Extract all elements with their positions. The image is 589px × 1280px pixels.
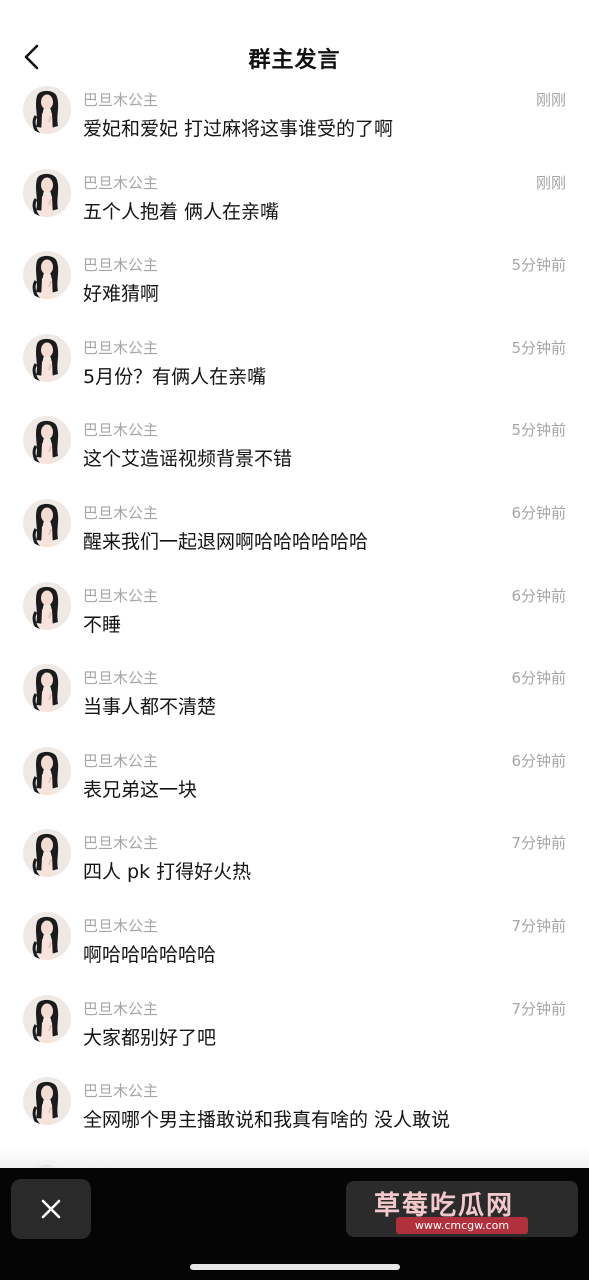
message-text: 全网哪个男主播敢说和我真有啥的 没人敢说 (83, 1109, 451, 1132)
sender-name: 巴旦木公主 (83, 751, 159, 770)
header: 群主发言 (0, 30, 589, 86)
message-item[interactable]: 巴旦木公主 6分钟前 表兄弟这一块 (0, 746, 589, 830)
avatar[interactable] (23, 86, 71, 134)
avatar[interactable] (23, 911, 71, 960)
message-item[interactable]: 巴旦木公主 6分钟前 当事人都不清楚 (0, 664, 589, 747)
message-item[interactable]: 巴旦木公主 7分钟前 大家都别好了吧 (0, 994, 589, 1078)
sender-name: 巴旦木公主 (83, 916, 159, 935)
message-text: 醒来我们一起退网啊哈哈哈哈哈哈 (83, 530, 369, 553)
message-time: 5分钟前 (511, 421, 566, 440)
bottom-overlay-bar: 草莓吃瓜网 www.cmcgw.com (0, 1168, 589, 1280)
avatar[interactable] (23, 251, 71, 300)
sender-name: 巴旦木公主 (83, 1082, 159, 1101)
message-item[interactable]: 巴旦木公主 5分钟前 5月份？有俩人在亲嘴 (0, 333, 589, 417)
message-item[interactable]: 巴旦木公主 7分钟前 四人 pk 打得好火热 (0, 829, 589, 912)
message-text: 当事人都不清楚 (83, 696, 217, 719)
sender-name: 巴旦木公主 (83, 421, 159, 440)
watermark: 草莓吃瓜网 www.cmcgw.com (346, 1181, 578, 1237)
screen: 群主发言 巴旦木公主 刚刚 爱妃和爱妃 打过麻将这事谁受的了啊 巴旦木公主 刚刚… (0, 0, 589, 1280)
avatar[interactable] (23, 581, 71, 630)
avatar[interactable] (23, 1077, 71, 1126)
avatar[interactable] (23, 416, 71, 465)
message-item[interactable]: 巴旦木公主 刚刚 五个人抱着 俩人在亲嘴 (0, 168, 589, 252)
message-time: 刚刚 (535, 91, 566, 109)
message-time: 6分钟前 (511, 586, 566, 605)
message-text: 好难猜啊 (83, 283, 160, 306)
message-text: 五个人抱着 俩人在亲嘴 (83, 200, 280, 223)
message-time: 6分钟前 (511, 669, 566, 688)
close-icon (41, 1199, 61, 1219)
message-text: 四人 pk 打得好火热 (83, 861, 252, 884)
sender-name: 巴旦木公主 (83, 503, 159, 522)
sender-name: 巴旦木公主 (83, 338, 159, 357)
avatar[interactable] (23, 498, 71, 547)
avatar[interactable] (23, 829, 71, 878)
message-item[interactable]: 巴旦木公主 6分钟前 醒来我们一起退网啊哈哈哈哈哈哈 (0, 498, 589, 582)
message-time: 7分钟前 (511, 916, 566, 935)
message-time: 5分钟前 (511, 338, 566, 357)
scroll-fade (0, 1148, 589, 1168)
avatar[interactable] (23, 333, 71, 382)
sender-name: 巴旦木公主 (83, 586, 159, 605)
sender-name: 巴旦木公主 (83, 173, 159, 192)
message-item[interactable]: 巴旦木公主 5分钟前 好难猜啊 (0, 251, 589, 334)
sender-name: 巴旦木公主 (83, 256, 159, 275)
message-text: 这个艾造谣视频背景不错 (83, 448, 293, 471)
message-text: 爱妃和爱妃 打过麻将这事谁受的了啊 (83, 118, 394, 140)
avatar[interactable] (23, 746, 71, 795)
message-item[interactable]: 巴旦木公主 5分钟前 这个艾造谣视频背景不错 (0, 416, 589, 499)
message-text: 5月份？有俩人在亲嘴 (83, 365, 267, 388)
message-item[interactable]: 巴旦木公主 6分钟前 不睡 (0, 581, 589, 665)
message-time: 6分钟前 (511, 503, 566, 522)
avatar[interactable] (23, 994, 71, 1043)
message-text: 表兄弟这一块 (83, 778, 198, 801)
message-text: 不睡 (83, 613, 122, 636)
sender-name: 巴旦木公主 (83, 91, 159, 109)
message-time: 5分钟前 (511, 256, 566, 275)
message-time: 7分钟前 (511, 999, 566, 1018)
avatar[interactable] (23, 664, 71, 713)
watermark-url: www.cmcgw.com (396, 1217, 528, 1234)
close-button[interactable] (11, 1179, 91, 1239)
home-indicator[interactable] (190, 1264, 400, 1270)
avatar[interactable] (23, 168, 71, 217)
message-item[interactable]: 巴旦木公主 7分钟前 啊哈哈哈哈哈哈 (0, 911, 589, 995)
message-time: 6分钟前 (511, 751, 566, 770)
message-list[interactable]: 巴旦木公主 刚刚 爱妃和爱妃 打过麻将这事谁受的了啊 巴旦木公主 刚刚 五个人抱… (0, 86, 589, 1168)
page-title: 群主发言 (248, 48, 341, 73)
message-text: 大家都别好了吧 (83, 1026, 217, 1049)
message-time: 刚刚 (535, 173, 566, 192)
sender-name: 巴旦木公主 (83, 834, 159, 853)
message-item[interactable]: 巴旦木公主 刚刚 爱妃和爱妃 打过麻将这事谁受的了啊 (0, 86, 589, 169)
message-text: 啊哈哈哈哈哈哈 (83, 943, 217, 966)
message-time: 7分钟前 (511, 834, 566, 853)
sender-name: 巴旦木公主 (83, 669, 159, 688)
sender-name: 巴旦木公主 (83, 999, 159, 1018)
